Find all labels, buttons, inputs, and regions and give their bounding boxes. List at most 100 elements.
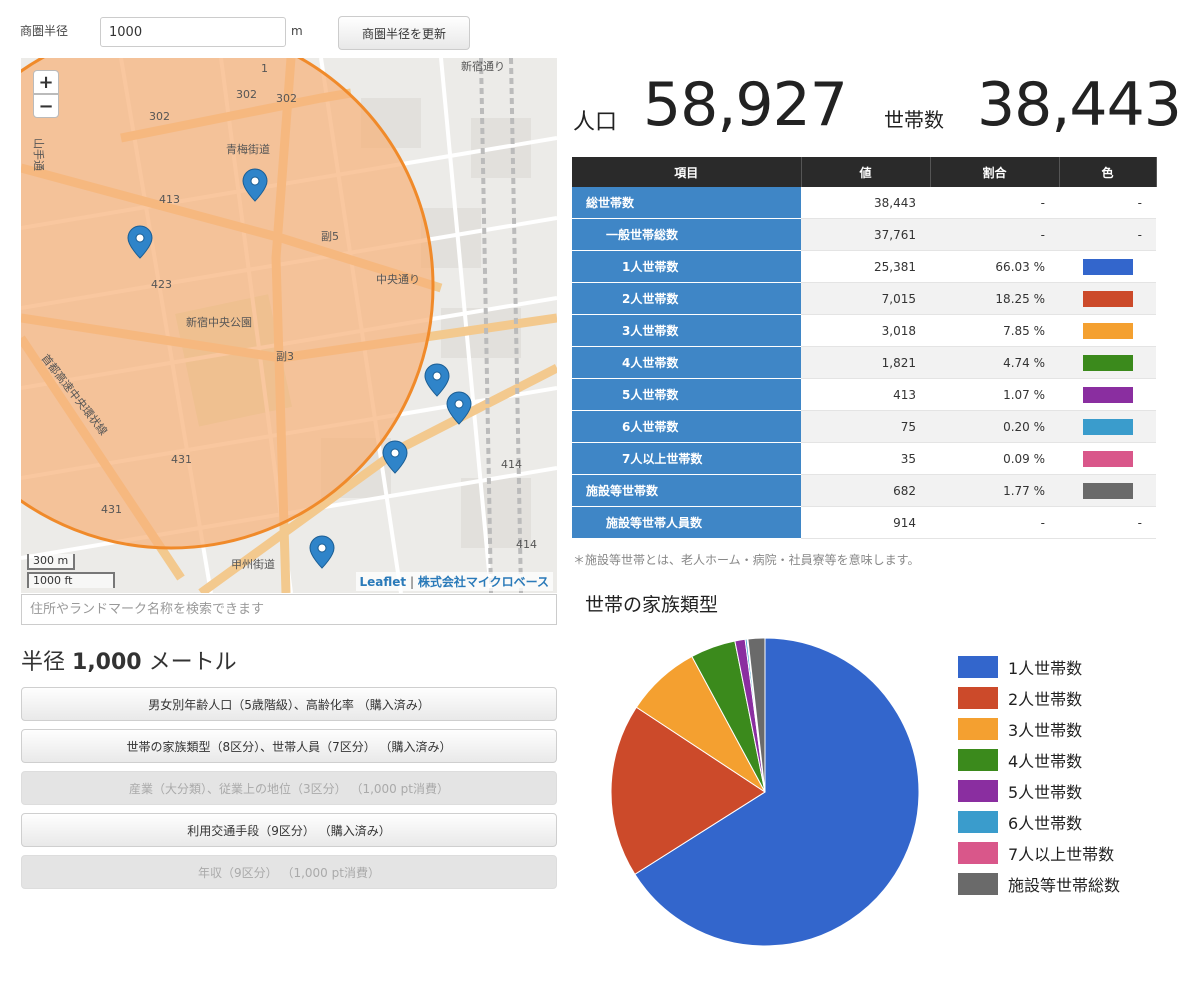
radius-input[interactable]: [100, 17, 286, 47]
row-ratio: 66.03 %: [930, 250, 1059, 283]
row-ratio: 4.74 %: [930, 346, 1059, 379]
row-ratio: 0.20 %: [930, 410, 1059, 443]
report-button-transport[interactable]: 利用交通手段（9区分） （購入済み）: [21, 813, 557, 847]
row-color: -: [1059, 187, 1156, 219]
legend-item: 4人世帯数: [958, 744, 1120, 775]
leaflet-link[interactable]: Leaflet: [360, 575, 407, 589]
report-button-age-population[interactable]: 男女別年齢人口（5歳階級）、高齢化率 （購入済み）: [21, 687, 557, 721]
household-table: 項目 値 割合 色 総世帯数 38,443- - 一般世帯総数 37,761- -1人世帯…: [572, 157, 1157, 539]
row-value: 35: [801, 442, 930, 475]
header-item: 項目: [572, 157, 802, 187]
zoom-out-button[interactable]: −: [33, 94, 59, 118]
map-label: 中央通り: [376, 273, 420, 286]
table-row: 2人世帯数 7,015 18.25 %: [572, 282, 1156, 315]
row-name: 4人世帯数: [572, 346, 801, 379]
legend-swatch: [958, 810, 998, 833]
legend-swatch: [958, 841, 998, 864]
map-label: 新宿通り: [461, 59, 505, 73]
row-color: -: [1059, 506, 1156, 539]
map-label: 新宿中央公園: [186, 315, 252, 329]
map[interactable]: 302 302 302 423 431 431 414 414 413 1 青梅…: [21, 58, 557, 593]
legend-item: 2人世帯数: [958, 682, 1120, 713]
address-search-input[interactable]: [21, 594, 557, 625]
legend-item: 7人以上世帯数: [958, 837, 1120, 868]
legend-swatch: [958, 779, 998, 802]
population-label: 人口: [573, 110, 618, 135]
legend-item: 1人世帯数: [958, 651, 1120, 682]
map-label: 副3: [276, 350, 294, 363]
color-swatch: [1082, 418, 1133, 435]
table-row: 7人以上世帯数 35 0.09 %: [572, 442, 1156, 475]
row-value: 1,821: [801, 346, 930, 379]
legend-label: 1人世帯数: [1008, 658, 1083, 678]
legend-label: 3人世帯数: [1008, 720, 1083, 740]
map-label: 青梅街道: [226, 142, 270, 156]
legend-label: 4人世帯数: [1008, 751, 1083, 771]
provider-link[interactable]: 株式会社マイクロベース: [418, 575, 549, 589]
row-color: [1059, 282, 1156, 315]
legend-label: 施設等世帯総数: [1008, 875, 1121, 895]
row-name: 6人世帯数: [572, 410, 801, 443]
radius-heading-suffix: メートル: [148, 650, 237, 675]
update-radius-button[interactable]: 商圏半径を更新: [338, 16, 470, 50]
row-ratio: -: [930, 218, 1059, 251]
row-color: [1059, 346, 1156, 379]
pie-chart: [610, 637, 920, 947]
row-ratio: 7.85 %: [930, 314, 1059, 347]
legend-label: 2人世帯数: [1008, 689, 1083, 709]
scale-bar-feet: 1000 ft: [27, 572, 115, 588]
row-value: 25,381: [801, 250, 930, 283]
row-value: 37,761: [801, 218, 930, 251]
report-button-income[interactable]: 年収（9区分） （1,000 pt消費）: [21, 855, 557, 889]
row-name: 施設等世帯数: [572, 474, 801, 507]
attribution-separator: |: [406, 575, 418, 589]
radius-heading-value: 1,000: [72, 650, 142, 675]
table-row: 1人世帯数 25,381 66.03 %: [572, 250, 1156, 283]
map-label: 431: [171, 453, 192, 466]
scale-bar-meters: 300 m: [27, 554, 75, 570]
table-note: ＊施設等世帯とは、老人ホーム・病院・社員寮等を意味します。: [573, 553, 920, 567]
row-value: 682: [801, 474, 930, 507]
header-value: 値: [801, 157, 931, 187]
row-ratio: -: [930, 187, 1059, 219]
row-ratio: 1.77 %: [930, 474, 1059, 507]
map-label: 1: [261, 62, 268, 75]
row-color: [1059, 378, 1156, 411]
row-value: 75: [801, 410, 930, 443]
row-value: 413: [801, 378, 930, 411]
row-ratio: 1.07 %: [930, 378, 1059, 411]
radius-unit: m: [291, 24, 303, 38]
table-row: 施設等世帯人員数 914- -: [572, 506, 1156, 539]
row-name: 総世帯数: [572, 187, 801, 219]
table-row: 4人世帯数 1,821 4.74 %: [572, 346, 1156, 379]
color-swatch: [1082, 322, 1133, 339]
report-button-industry[interactable]: 産業（大分類）、従業上の地位（3区分） （1,000 pt消費）: [21, 771, 557, 805]
row-color: [1059, 474, 1156, 507]
row-ratio: 18.25 %: [930, 282, 1059, 315]
households-label: 世帯数: [884, 108, 944, 132]
row-value: 3,018: [801, 314, 930, 347]
map-label: 414: [516, 538, 537, 551]
population-value: 58,927: [643, 70, 848, 140]
map-label: 302: [149, 110, 170, 123]
row-color: -: [1059, 218, 1156, 251]
map-label: 423: [151, 278, 172, 291]
table-row: 総世帯数 38,443- -: [572, 187, 1156, 219]
row-color: [1059, 250, 1156, 283]
legend-item: 5人世帯数: [958, 775, 1120, 806]
map-label: 414: [501, 458, 522, 471]
map-tiles: 302 302 302 423 431 431 414 414 413 1 青梅…: [21, 58, 557, 593]
color-swatch: [1082, 258, 1133, 275]
row-ratio: -: [930, 506, 1059, 539]
report-button-household-type[interactable]: 世帯の家族類型（8区分）、世帯人員（7区分） （購入済み）: [21, 729, 557, 763]
color-swatch: [1082, 290, 1133, 307]
table-row: 施設等世帯数 682 1.77 %: [572, 474, 1156, 507]
zoom-in-button[interactable]: +: [33, 70, 59, 94]
row-name: 一般世帯総数: [572, 218, 801, 251]
chart-legend: 1人世帯数 2人世帯数 3人世帯数 4人世帯数 5人世帯数 6人世帯数 7人以上世帯数 施設等…: [958, 651, 1120, 899]
radius-heading: 半径 1,000 メートル: [21, 644, 237, 676]
row-name: 5人世帯数: [572, 378, 801, 411]
row-name: 7人以上世帯数: [572, 442, 801, 475]
color-swatch: [1082, 386, 1133, 403]
map-label: 431: [101, 503, 122, 516]
